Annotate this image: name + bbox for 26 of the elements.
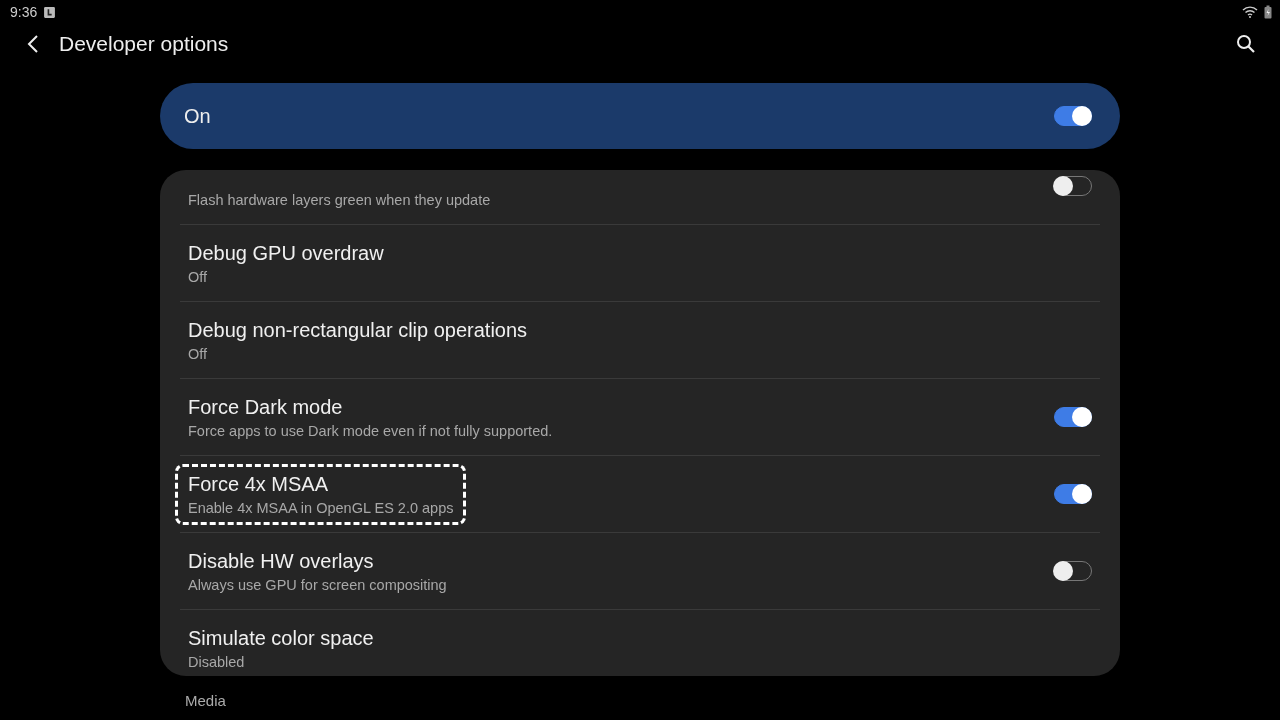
setting-summary: Off bbox=[188, 345, 209, 362]
setting-summary: Disabled bbox=[188, 654, 246, 670]
toggle-switch[interactable] bbox=[1054, 106, 1092, 126]
search-icon[interactable] bbox=[1236, 34, 1256, 54]
setting-summary: Force apps to use Dark mode even if not fully supported. bbox=[188, 422, 553, 439]
notification-icon bbox=[43, 5, 57, 19]
setting-title[interactable]: Debug GPU overdraw bbox=[188, 241, 384, 265]
setting-title[interactable]: Debug non-rectangular clip operations bbox=[188, 318, 528, 342]
setting-title[interactable]: Simulate color space bbox=[188, 627, 374, 650]
setting-title[interactable]: Force Dark mode bbox=[188, 395, 553, 419]
setting-title[interactable]: Force 4x MSAA bbox=[188, 472, 454, 496]
status-time: 9:36 bbox=[10, 4, 38, 20]
master-switch-label: On bbox=[184, 104, 211, 128]
setting-summary: Flash hardware layers green when they update bbox=[188, 191, 491, 208]
page-title: Developer options bbox=[59, 32, 229, 56]
setting-title[interactable]: Disable HW overlays bbox=[188, 549, 447, 573]
setting-summary: Always use GPU for screen compositing bbox=[188, 576, 447, 593]
toggle-switch[interactable] bbox=[1054, 407, 1092, 427]
toggle-switch[interactable] bbox=[1054, 484, 1092, 504]
section-header: Media bbox=[185, 692, 227, 709]
setting-summary: Enable 4x MSAA in OpenGL ES 2.0 apps bbox=[188, 499, 454, 516]
wifi-icon bbox=[1242, 6, 1258, 18]
setting-summary: Off bbox=[188, 268, 209, 285]
battery-icon bbox=[1264, 5, 1272, 19]
master-switch-bar[interactable]: On bbox=[160, 83, 1120, 149]
back-icon[interactable] bbox=[27, 34, 39, 54]
